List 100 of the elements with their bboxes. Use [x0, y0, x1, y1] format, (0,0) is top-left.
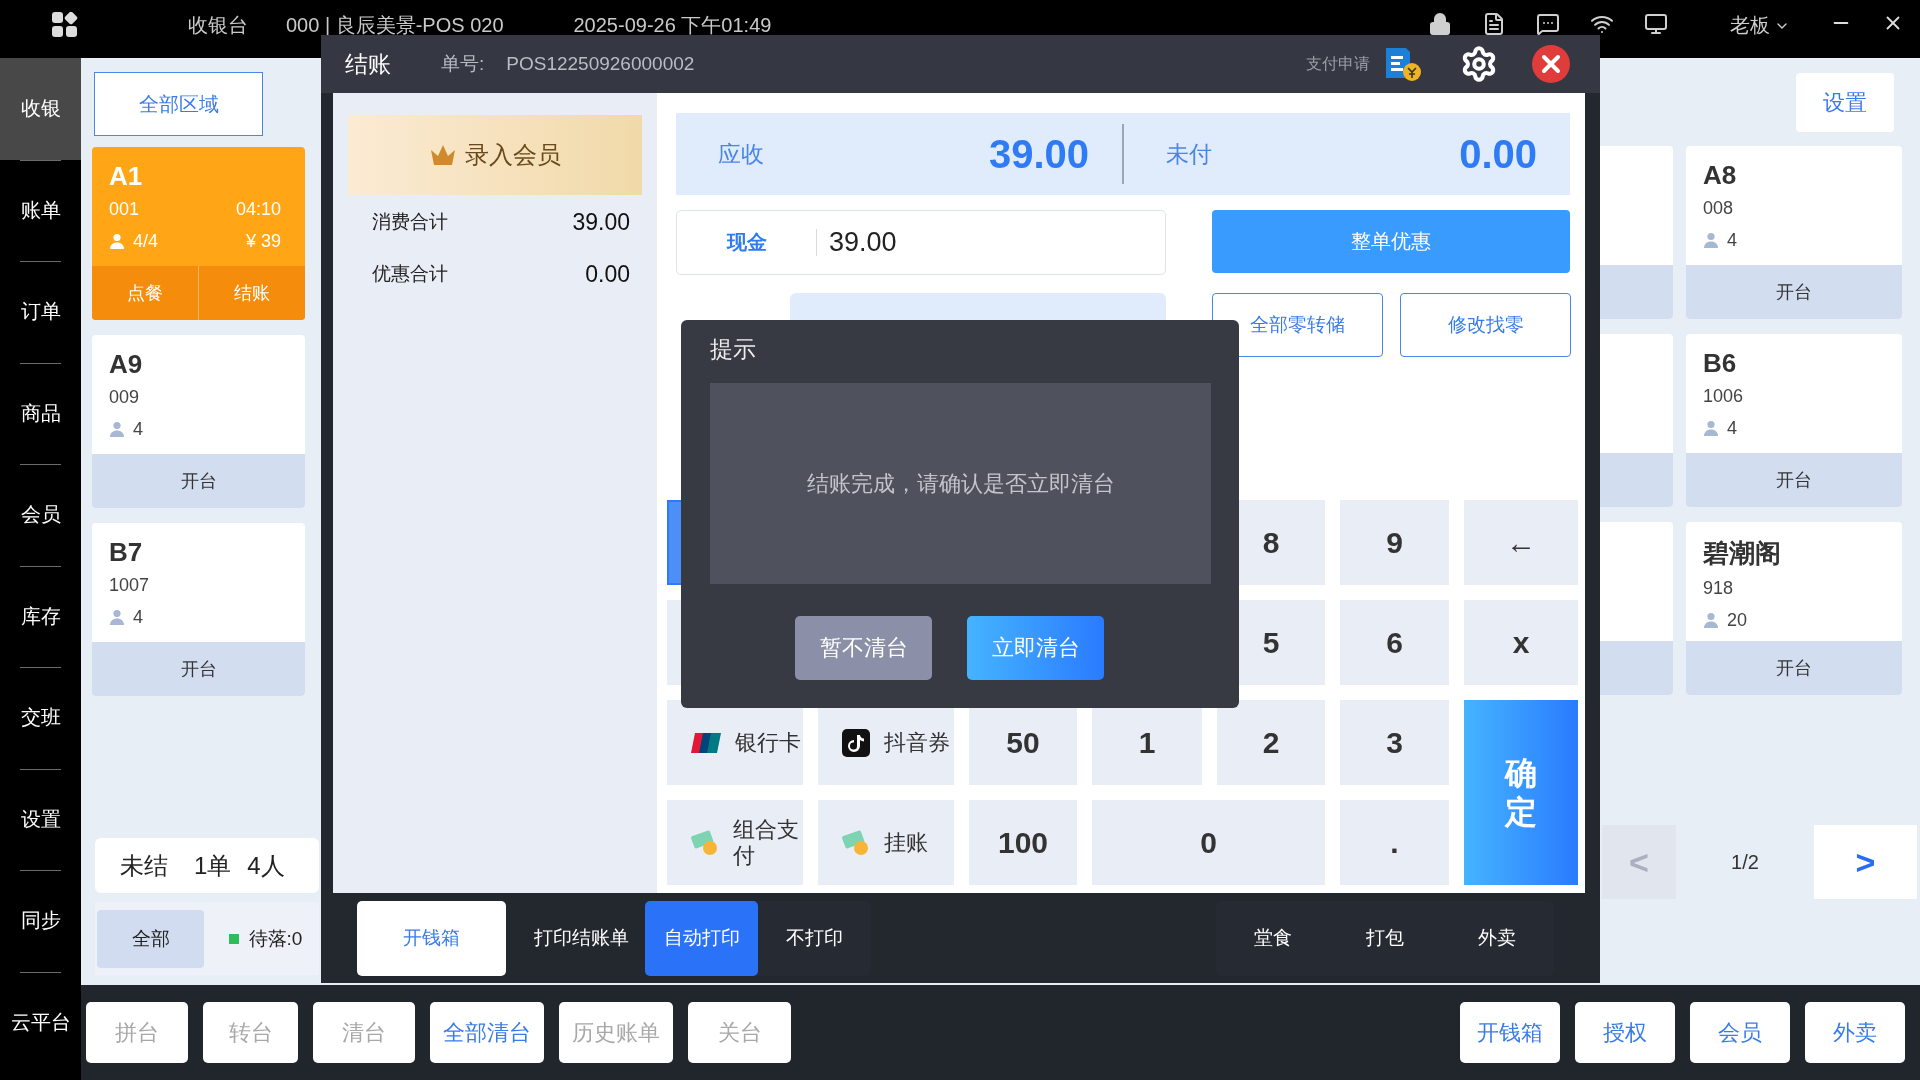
- cash-icon: [842, 828, 870, 857]
- table-card[interactable]: B6 1006 4 开台: [1686, 334, 1902, 507]
- dining-mode-option[interactable]: 堂食: [1217, 900, 1329, 976]
- app-title: 收银台: [188, 13, 248, 38]
- nav-item[interactable]: 同步: [0, 870, 81, 972]
- prompt-message: 结账完成，请确认是否立即清台: [806, 469, 1115, 498]
- keypad-key[interactable]: 2: [1217, 700, 1325, 785]
- table-name: A8: [1703, 160, 1738, 191]
- payment-method-button[interactable]: 挂账: [818, 800, 954, 885]
- table-amount: ¥ 39: [245, 230, 281, 252]
- crown-icon: [429, 143, 457, 167]
- table-time: 04:10: [235, 198, 281, 220]
- payment-method-button[interactable]: 银行卡: [667, 700, 803, 785]
- table-card[interactable]: B7 1007 4 开台: [92, 523, 305, 696]
- receivable-amount: 39.00: [988, 131, 1089, 177]
- filter-tab[interactable]: 全部: [97, 909, 204, 968]
- app-grid-icon[interactable]: [52, 12, 78, 38]
- keypad-key[interactable]: 3: [1340, 700, 1449, 785]
- table-action[interactable]: 开台: [92, 454, 305, 508]
- action-button[interactable]: 外卖: [1805, 1002, 1905, 1063]
- guest-count: 4: [1727, 417, 1737, 439]
- nav-item[interactable]: 账单: [0, 159, 81, 261]
- nav-item[interactable]: 订单: [0, 261, 81, 363]
- nav-item[interactable]: 库存: [0, 565, 81, 667]
- print-mode-option[interactable]: 不打印: [758, 900, 871, 976]
- table-action[interactable]: 开台: [1686, 265, 1902, 319]
- person-icon: [1703, 420, 1719, 436]
- person-icon: [109, 609, 125, 625]
- person-icon: [1703, 612, 1719, 628]
- order-count: 1单: [194, 850, 232, 881]
- table-code: 001: [109, 198, 140, 220]
- dining-mode-option[interactable]: 打包: [1329, 900, 1441, 976]
- monitor-icon[interactable]: [1644, 12, 1668, 36]
- change-button[interactable]: 修改找零: [1400, 293, 1571, 357]
- filter-tab[interactable]: 待落:0: [212, 909, 319, 968]
- guest-count: 4: [1727, 229, 1737, 251]
- guest-count: 4: [133, 606, 143, 628]
- music-note-icon: [842, 728, 870, 757]
- table-name: A1: [109, 161, 144, 192]
- receivable-label: 应收: [718, 139, 764, 169]
- nav-item[interactable]: 云平台: [0, 971, 81, 1073]
- table-code: 918: [1703, 577, 1734, 599]
- nav-item[interactable]: 会员: [0, 464, 81, 566]
- total-value: 39.00: [572, 208, 630, 236]
- keypad-key[interactable]: x: [1464, 600, 1578, 685]
- keypad-key[interactable]: ←: [1464, 500, 1578, 585]
- order-number-label: 单号:: [441, 52, 485, 76]
- payment-method-button[interactable]: 组合支付: [667, 800, 803, 885]
- amount-input[interactable]: 39.00: [829, 227, 1129, 258]
- dining-mode-option[interactable]: 外卖: [1441, 900, 1553, 976]
- guest-count: 4: [133, 418, 143, 440]
- area-filter-button[interactable]: 全部区域: [94, 72, 263, 136]
- nav-item[interactable]: 收银: [0, 58, 81, 160]
- nav-item[interactable]: 设置: [0, 768, 81, 870]
- user-menu[interactable]: 老板: [1730, 12, 1790, 39]
- cash-icon: [691, 828, 719, 857]
- document-icon[interactable]: [1482, 12, 1506, 36]
- table-action[interactable]: 开台: [1686, 453, 1902, 507]
- cash-drawer-button[interactable]: 开钱箱: [357, 900, 506, 976]
- date-time: 2025-09-26 下午01:49: [573, 13, 772, 38]
- guest-count: 4/4: [133, 230, 159, 252]
- table-name: 碧潮阁: [1703, 537, 1782, 570]
- person-icon: [109, 233, 125, 249]
- print-receipt-label: 打印结账单: [534, 926, 629, 950]
- keypad-key[interactable]: 6: [1340, 600, 1449, 685]
- table-name: B6: [1703, 348, 1738, 379]
- nav-item[interactable]: 商品: [0, 362, 81, 464]
- member-button[interactable]: 录入会员: [348, 115, 642, 195]
- bank-card-icon: [691, 732, 721, 753]
- action-button[interactable]: 授权: [1575, 1002, 1675, 1063]
- table-action[interactable]: 开台: [1686, 641, 1902, 695]
- keypad-key[interactable]: 0: [1092, 800, 1325, 885]
- action-button[interactable]: 全部清台: [430, 1002, 544, 1063]
- table-action[interactable]: 开台: [92, 642, 305, 696]
- print-mode-option[interactable]: 自动打印: [645, 900, 758, 976]
- table-card[interactable]: 碧潮阁 918 20 开台: [1686, 522, 1902, 695]
- table-code: 1007: [109, 574, 150, 596]
- table-card[interactable]: A9 009 4 开台: [92, 335, 305, 508]
- people-count: 4人: [247, 850, 285, 881]
- action-button[interactable]: 会员: [1690, 1002, 1790, 1063]
- settings-button[interactable]: 设置: [1796, 73, 1894, 132]
- total-value: 0.00: [585, 260, 630, 288]
- table-card[interactable]: A8 008 4 开台: [1686, 146, 1902, 319]
- cash-amount-field[interactable]: 现金 39.00: [676, 210, 1166, 275]
- keypad-key[interactable]: .: [1340, 800, 1449, 885]
- table-code: 009: [109, 386, 140, 408]
- keypad-key[interactable]: 9: [1340, 500, 1449, 585]
- chat-icon[interactable]: [1536, 12, 1560, 36]
- keypad-key[interactable]: 100: [969, 800, 1077, 885]
- person-icon: [109, 421, 125, 437]
- receipt-icon[interactable]: [1384, 46, 1423, 82]
- lock-icon[interactable]: [1428, 12, 1452, 36]
- dialog-title: 结账: [345, 49, 391, 79]
- table-name: B7: [109, 537, 144, 568]
- prompt-title: 提示: [710, 335, 757, 364]
- table-code: 008: [1703, 197, 1734, 219]
- action-button[interactable]: 开钱箱: [1460, 1002, 1560, 1063]
- close-icon[interactable]: [1532, 45, 1571, 83]
- next-page-button[interactable]: >: [1814, 825, 1917, 899]
- nav-item[interactable]: 交班: [0, 667, 81, 769]
